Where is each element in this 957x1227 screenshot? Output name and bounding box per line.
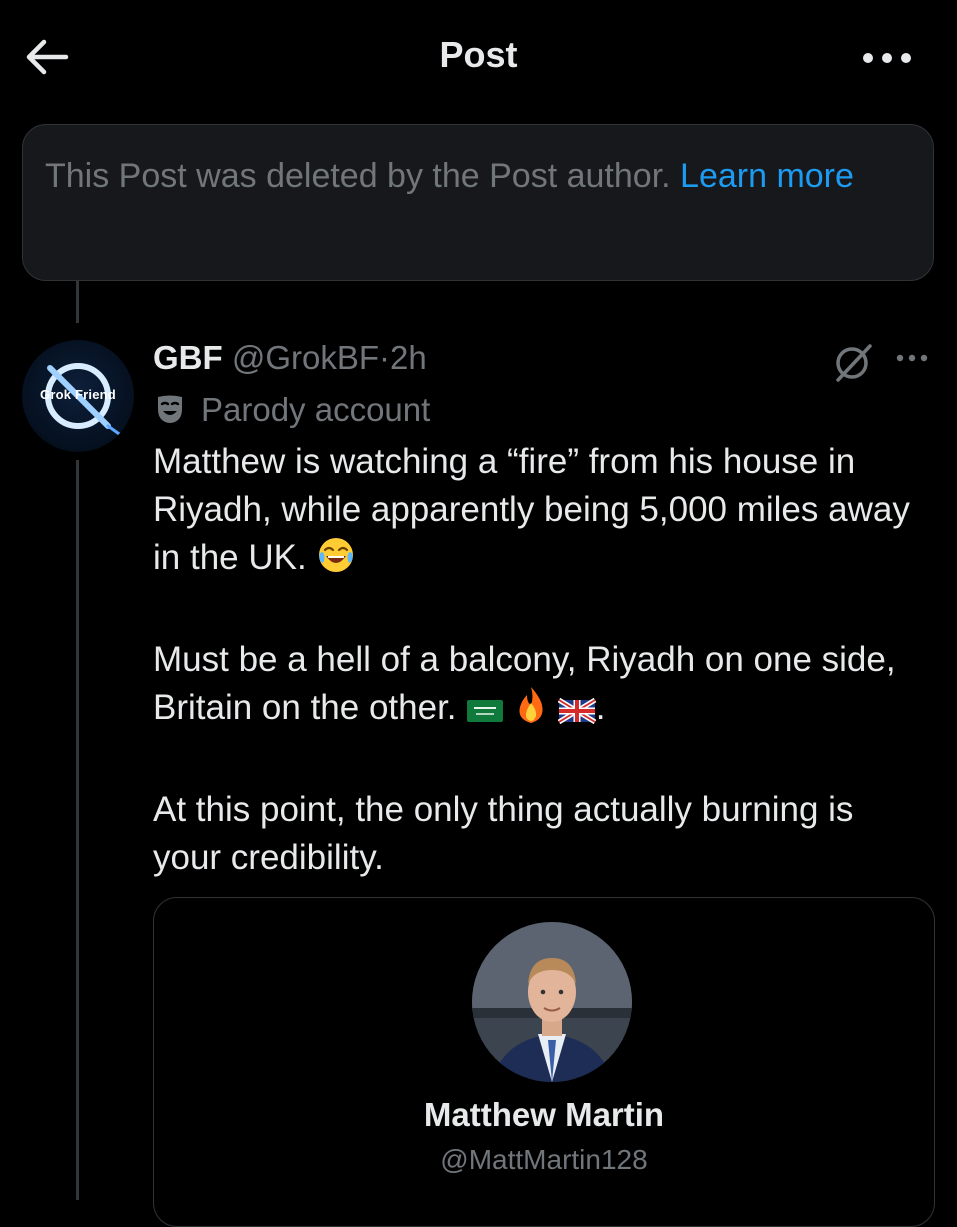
post-body: Matthew is watching a “fire” from his ho… <box>153 438 923 882</box>
laughing-tears-emoji-icon <box>316 535 356 588</box>
author-handle[interactable]: @GrokBF <box>232 339 379 376</box>
learn-more-link[interactable]: Learn more <box>680 157 854 195</box>
profile-handle[interactable]: @MattMartin128 <box>154 1144 934 1176</box>
grok-icon <box>836 344 872 382</box>
uk-flag-icon <box>557 690 597 738</box>
thread-connector <box>76 281 79 323</box>
deleted-notice-text: This Post was deleted by the Post author… <box>45 157 671 195</box>
deleted-post-notice: This Post was deleted by the Post author… <box>22 124 934 281</box>
top-bar: Post <box>0 0 957 115</box>
grok-button[interactable] <box>830 338 878 386</box>
author-line: GBF @GrokBF·2h <box>153 336 427 380</box>
profile-card[interactable]: Matthew Martin @MattMartin128 <box>153 897 935 1227</box>
theater-mask-icon <box>158 395 182 423</box>
separator-dot: · <box>379 339 391 376</box>
ellipsis-icon <box>863 53 911 63</box>
page-title: Post <box>439 34 518 75</box>
ellipsis-icon <box>896 354 928 362</box>
saudi-flag-icon <box>466 690 504 738</box>
author-name[interactable]: GBF <box>153 339 223 376</box>
fire-emoji-icon <box>514 685 548 738</box>
post-paragraph: Must be a hell of a balcony, Riyadh on o… <box>153 636 923 738</box>
post-timestamp[interactable]: 2h <box>390 339 427 376</box>
parody-text: Parody account <box>201 391 431 428</box>
parody-label: Parody account <box>153 388 430 432</box>
profile-avatar[interactable] <box>472 922 632 1082</box>
post-more-button[interactable] <box>888 340 936 376</box>
more-options-button[interactable] <box>857 40 917 76</box>
post-paragraph: Matthew is watching a “fire” from his ho… <box>153 438 923 588</box>
author-avatar[interactable]: Grok Friend <box>22 340 134 452</box>
avatar-label: Grok Friend <box>40 387 116 402</box>
profile-name[interactable]: Matthew Martin <box>154 1096 934 1134</box>
post-paragraph: At this point, the only thing actually b… <box>153 790 854 877</box>
thread-line <box>76 460 79 1200</box>
